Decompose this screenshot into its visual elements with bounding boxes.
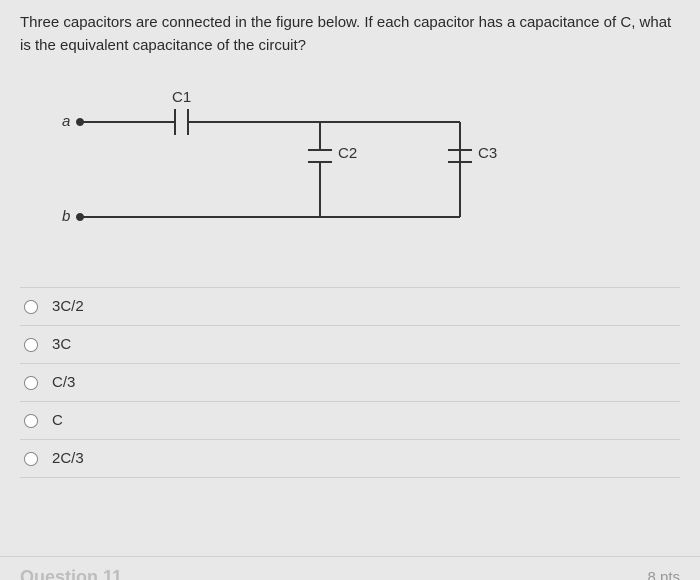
next-question-label: Question 11: [20, 567, 122, 580]
option-row[interactable]: 3C: [20, 325, 680, 363]
radio-icon[interactable]: [24, 452, 38, 466]
c3-label: C3: [478, 145, 497, 162]
option-label: C/3: [52, 374, 75, 391]
radio-icon[interactable]: [24, 414, 38, 428]
options-list: 3C/2 3C C/3 C 2C/3: [20, 287, 680, 478]
option-label: 3C/2: [52, 298, 84, 315]
option-row[interactable]: C/3: [20, 363, 680, 401]
c1-label: C1: [172, 89, 191, 106]
option-label: 3C: [52, 336, 71, 353]
option-row[interactable]: 3C/2: [20, 287, 680, 325]
radio-icon[interactable]: [24, 338, 38, 352]
radio-icon[interactable]: [24, 300, 38, 314]
circuit-diagram: a b C1 C2 C3: [60, 87, 540, 257]
question-text: Three capacitors are connected in the fi…: [20, 12, 680, 57]
footer: Question 11 8 pts: [0, 556, 700, 580]
points-label: 8 pts: [647, 569, 680, 580]
radio-icon[interactable]: [24, 376, 38, 390]
c2-label: C2: [338, 145, 357, 162]
option-row[interactable]: 2C/3: [20, 439, 680, 478]
option-label: 2C/3: [52, 450, 84, 467]
option-row[interactable]: C: [20, 401, 680, 439]
node-b-label: b: [62, 208, 70, 225]
node-a-label: a: [62, 113, 70, 130]
option-label: C: [52, 412, 63, 429]
